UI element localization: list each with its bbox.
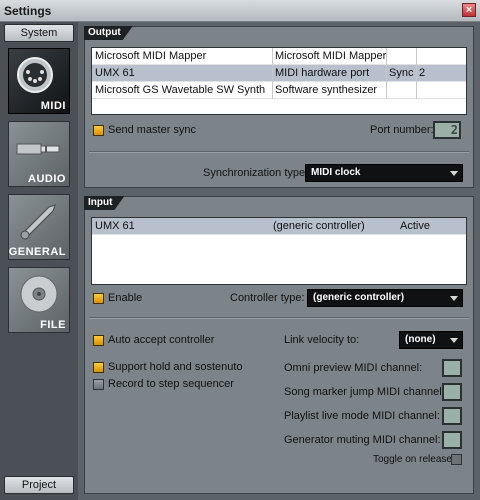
chevron-down-icon [450,171,458,176]
generator-muting-label: Generator muting MIDI channel: [284,434,441,446]
audio-jack-icon [16,143,60,155]
table-row[interactable]: UMX 61 (generic controller) Active [92,218,466,235]
table-row[interactable]: Microsoft MIDI Mapper Microsoft MIDI Map… [92,48,466,65]
midi-connector-icon [17,57,53,93]
auto-accept-checkbox[interactable] [93,335,104,346]
playlist-live-label: Playlist live mode MIDI channel: [284,410,440,422]
support-hold-label: Support hold and sostenuto [108,361,243,373]
output-header: Output [84,26,133,40]
toggle-release-checkbox[interactable] [451,454,462,465]
wrench-icon [20,204,56,240]
device-status: Active [400,220,430,232]
divider [89,317,469,319]
input-device-list[interactable]: UMX 61 (generic controller) Active [91,217,467,285]
chevron-down-icon [450,296,458,301]
port-number-display[interactable]: 2 [433,121,461,139]
sync-type-value: MIDI clock [311,167,361,178]
sidebar-item-label: AUDIO [28,173,66,185]
settings-main: Output Microsoft MIDI Mapper Microsoft M… [84,26,476,496]
output-device-list[interactable]: Microsoft MIDI Mapper Microsoft MIDI Map… [91,47,467,115]
window-title: Settings [4,4,52,18]
device-type: MIDI hardware port [272,65,386,82]
song-marker-label: Song marker jump MIDI channel: [284,386,445,398]
close-icon: × [465,4,473,16]
send-master-sync-checkbox[interactable] [93,125,104,136]
sidebar-item-audio[interactable]: AUDIO [8,121,70,187]
controller-type-value: (generic controller) [313,292,405,303]
input-panel: Input UMX 61 (generic controller) Active… [84,196,474,494]
sidebar-item-general[interactable]: GENERAL [8,194,70,260]
tab-system[interactable]: System [4,24,74,42]
input-header: Input [84,196,124,210]
disc-icon [20,275,58,313]
generator-muting-channel-display[interactable] [442,431,462,449]
link-velocity-label: Link velocity to: [284,334,360,346]
record-step-checkbox[interactable] [93,379,104,390]
record-step-label: Record to step sequencer [108,378,234,390]
tab-project[interactable]: Project [4,476,74,494]
sidebar-item-label: MIDI [40,100,66,112]
device-name: UMX 61 [95,67,135,79]
device-sync: Sync [386,65,416,82]
device-controller: (generic controller) [273,220,365,232]
device-port: 2 [416,65,446,82]
device-name: UMX 61 [95,220,135,232]
link-velocity-dropdown[interactable]: (none) [399,331,463,349]
device-sync [386,48,416,65]
device-port [416,82,446,99]
output-panel: Output Microsoft MIDI Mapper Microsoft M… [84,26,474,188]
enable-checkbox[interactable] [93,293,104,304]
sidebar-item-label: FILE [40,319,66,331]
title-bar: Settings × [0,0,480,22]
sidebar-item-label: GENERAL [8,246,66,258]
device-port [416,48,446,65]
table-row[interactable]: UMX 61 MIDI hardware port Sync 2 [92,65,466,82]
device-name: Microsoft GS Wavetable SW Synth [95,84,266,96]
device-name: Microsoft MIDI Mapper [95,50,207,62]
send-master-sync-label: Send master sync [108,124,197,136]
enable-label: Enable [108,292,143,304]
device-sync [386,82,416,99]
port-number-label: Port number: [370,124,434,136]
playlist-live-channel-display[interactable] [442,407,462,425]
sidebar-item-midi[interactable]: MIDI [8,48,70,114]
chevron-down-icon [450,338,458,343]
toggle-release-label: Toggle on release [373,454,452,465]
sidebar-item-file[interactable]: FILE [8,267,70,333]
song-marker-channel-display[interactable] [442,383,462,401]
sidebar: System MIDI AUDIO GENERAL FILE Project [0,22,78,500]
auto-accept-label: Auto accept controller [108,334,215,346]
controller-type-dropdown[interactable]: (generic controller) [307,289,463,307]
sync-type-dropdown[interactable]: MIDI clock [305,164,463,182]
sync-type-label: Synchronization type: [203,167,309,179]
close-button[interactable]: × [462,3,476,17]
omni-preview-channel-display[interactable] [442,359,462,377]
table-row[interactable]: Microsoft GS Wavetable SW Synth Software… [92,82,466,99]
divider [89,151,469,153]
support-hold-checkbox[interactable] [93,362,104,373]
controller-type-label: Controller type: [230,292,305,304]
device-type: Microsoft MIDI Mapper [272,48,386,65]
device-type: Software synthesizer [272,82,386,99]
omni-preview-label: Omni preview MIDI channel: [284,362,423,374]
link-velocity-value: (none) [405,334,436,345]
